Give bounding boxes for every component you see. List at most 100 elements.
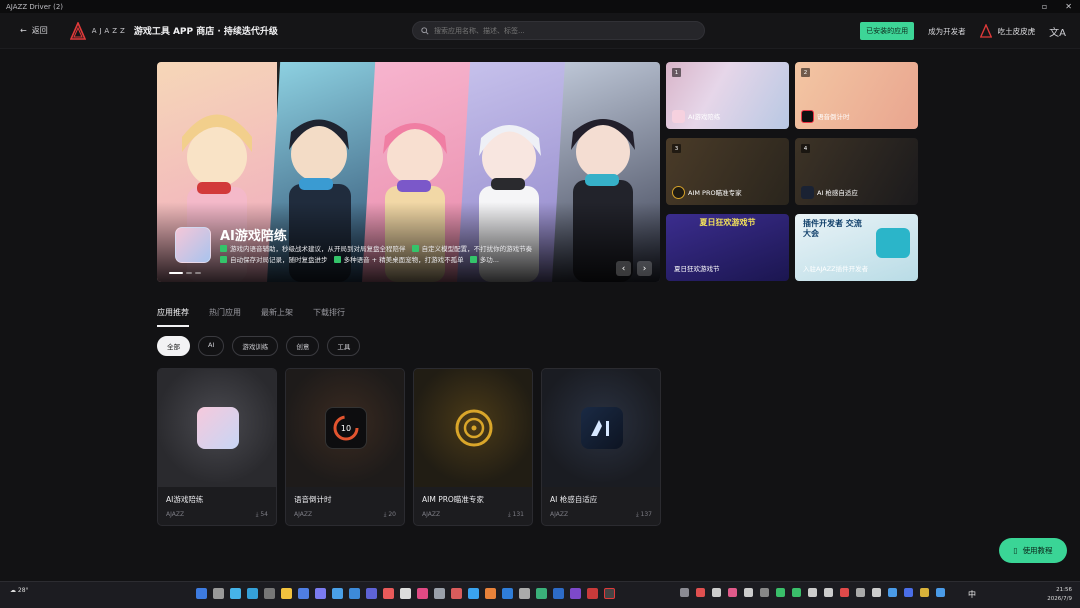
back-button[interactable]: ← 返回 (20, 25, 48, 36)
tab-recommended[interactable]: 应用推荐 (157, 307, 189, 327)
promo-banner[interactable]: 插件开发者 交流大会 入驻AJAZZ插件开发者 (795, 214, 918, 281)
tray-icon[interactable] (856, 588, 865, 597)
system-clock[interactable]: 21:56 2026/7/9 (1047, 586, 1072, 604)
app-card[interactable]: AI 枪感自适应 AJAZZ ⤓ 137 (541, 368, 661, 526)
tab-popular[interactable]: 热门应用 (209, 307, 241, 327)
chevron-up-icon[interactable] (680, 588, 689, 597)
carousel-dot[interactable] (186, 272, 192, 274)
chip-training[interactable]: 游戏训练 (232, 336, 279, 356)
chip-all[interactable]: 全部 (157, 336, 190, 356)
taskbar-app-icon[interactable] (247, 588, 258, 599)
chip-ai[interactable]: AI (198, 336, 225, 356)
search-icon[interactable] (213, 588, 224, 599)
tab-downloads[interactable]: 下载排行 (313, 307, 345, 327)
app-cover (158, 369, 276, 487)
carousel-dot[interactable] (169, 272, 183, 274)
check-icon (220, 256, 227, 263)
settings-icon[interactable] (519, 588, 530, 599)
maximize-icon[interactable]: ▫ (1042, 2, 1047, 11)
tray-icon[interactable] (744, 588, 753, 597)
tray-icon[interactable] (808, 588, 817, 597)
tray-icon[interactable] (872, 588, 881, 597)
tray-icon[interactable] (792, 588, 801, 597)
app-card[interactable]: 10 语音倒计时 AJAZZ ⤓ 20 (285, 368, 405, 526)
language-icon[interactable]: 文A (1049, 24, 1066, 39)
start-icon[interactable] (196, 588, 207, 599)
taskbar-app-icon[interactable] (553, 588, 564, 599)
tray-icon[interactable] (776, 588, 785, 597)
taskbar-app-icon[interactable] (468, 588, 479, 599)
folder-icon[interactable] (281, 588, 292, 599)
ime-indicator[interactable]: 中 (968, 589, 976, 600)
window-controls: ▫ ✕ (1042, 2, 1072, 11)
check-icon (220, 245, 227, 252)
tab-newest[interactable]: 最新上架 (261, 307, 293, 327)
card-label: AI 枪感自适应 (817, 189, 858, 197)
taskbar-app-icon[interactable] (587, 588, 598, 599)
tray-icon[interactable] (888, 588, 897, 597)
tray-icon[interactable] (712, 588, 721, 597)
taskbar-app-icon[interactable] (230, 588, 241, 599)
feature-item: 多功... (469, 256, 499, 264)
featured-card[interactable]: 2 语音倒计时 (795, 62, 918, 129)
card-index: 3 (672, 144, 681, 153)
ajazz-taskbar-icon[interactable] (604, 588, 615, 599)
featured-card[interactable]: 4 AI 枪感自适应 (795, 138, 918, 205)
taskbar-app-icon[interactable] (502, 588, 513, 599)
user-name: 吃土皮皮虎 (997, 26, 1036, 36)
clock-time: 21:56 (1056, 587, 1072, 593)
become-developer-link[interactable]: 成为开发者 (928, 26, 966, 37)
download-count: ⤓ 137 (635, 511, 652, 518)
taskbar-app-icon[interactable] (366, 588, 377, 599)
chip-creative[interactable]: 创意 (286, 336, 320, 356)
taskbar-app-icon[interactable] (298, 588, 309, 599)
tray-icon[interactable] (696, 588, 705, 597)
feature-item: 自定义模型配置，不打扰你的游戏节奏 (411, 245, 532, 253)
hero-carousel[interactable]: AI游戏陪练 游戏内语音辅助，秒级战术建议，从开局到对局复盘全程陪伴 自定义模型… (157, 62, 660, 282)
close-icon[interactable]: ✕ (1065, 2, 1072, 11)
tray-icon[interactable] (936, 588, 945, 597)
weather-widget[interactable]: ☁ 28° (10, 587, 29, 594)
promo-banner[interactable]: 夏日狂欢游戏节 夏日狂欢游戏节 (666, 214, 789, 281)
card-index: 1 (672, 68, 681, 77)
tray-icon[interactable] (904, 588, 913, 597)
taskbar-app-icon[interactable] (570, 588, 581, 599)
filter-chips: 全部 AI 游戏训练 创意 工具 (157, 336, 361, 356)
app-card[interactable]: AI游戏陪练 AJAZZ ⤓ 54 (157, 368, 277, 526)
app-name: AIM PRO瞄准专家 (422, 495, 484, 504)
featured-card[interactable]: 3 AIM PRO瞄准专家 (666, 138, 789, 205)
tray-icon[interactable] (728, 588, 737, 597)
search-input[interactable] (434, 26, 684, 35)
tutorial-button[interactable]: ▯ 使用教程 (999, 538, 1067, 563)
tray-icon[interactable] (840, 588, 849, 597)
tray-icon[interactable] (760, 588, 769, 597)
tray-icon[interactable] (920, 588, 929, 597)
publisher: AJAZZ (166, 511, 185, 518)
taskbar-app-icon[interactable] (434, 588, 445, 599)
taskbar-app-icon[interactable] (485, 588, 496, 599)
tray-icon[interactable] (824, 588, 833, 597)
taskbar-app-icon[interactable] (400, 588, 411, 599)
taskbar-app-icon[interactable] (536, 588, 547, 599)
taskbar-app-icon[interactable] (349, 588, 360, 599)
featured-card[interactable]: 1 AI游戏陪练 (666, 62, 789, 129)
app-card[interactable]: AIM PRO瞄准专家 AJAZZ ⤓ 131 (413, 368, 533, 526)
taskbar-app-icon[interactable] (332, 588, 343, 599)
publisher: AJAZZ (422, 511, 441, 518)
download-count: ⤓ 20 (383, 511, 396, 518)
taskbar-app-icon[interactable] (264, 588, 275, 599)
installed-apps-button[interactable]: 已安装的应用 (860, 22, 915, 40)
user-profile[interactable]: 吃土皮皮虎 (979, 24, 1036, 38)
carousel-next-button[interactable]: › (637, 261, 652, 276)
taskbar-app-icon[interactable] (315, 588, 326, 599)
os-taskbar: ☁ 28° 中 21:56 2026/7/9 (0, 581, 1080, 608)
taskbar-app-icon[interactable] (383, 588, 394, 599)
taskbar-app-icon[interactable] (417, 588, 428, 599)
app-meta: AJAZZ ⤓ 54 (166, 511, 268, 519)
hero-app-icon (175, 227, 211, 263)
search-bar[interactable] (412, 21, 705, 40)
taskbar-app-icon[interactable] (451, 588, 462, 599)
carousel-dot[interactable] (195, 272, 201, 274)
carousel-prev-button[interactable]: ‹ (616, 261, 631, 276)
chip-tools[interactable]: 工具 (327, 336, 361, 356)
